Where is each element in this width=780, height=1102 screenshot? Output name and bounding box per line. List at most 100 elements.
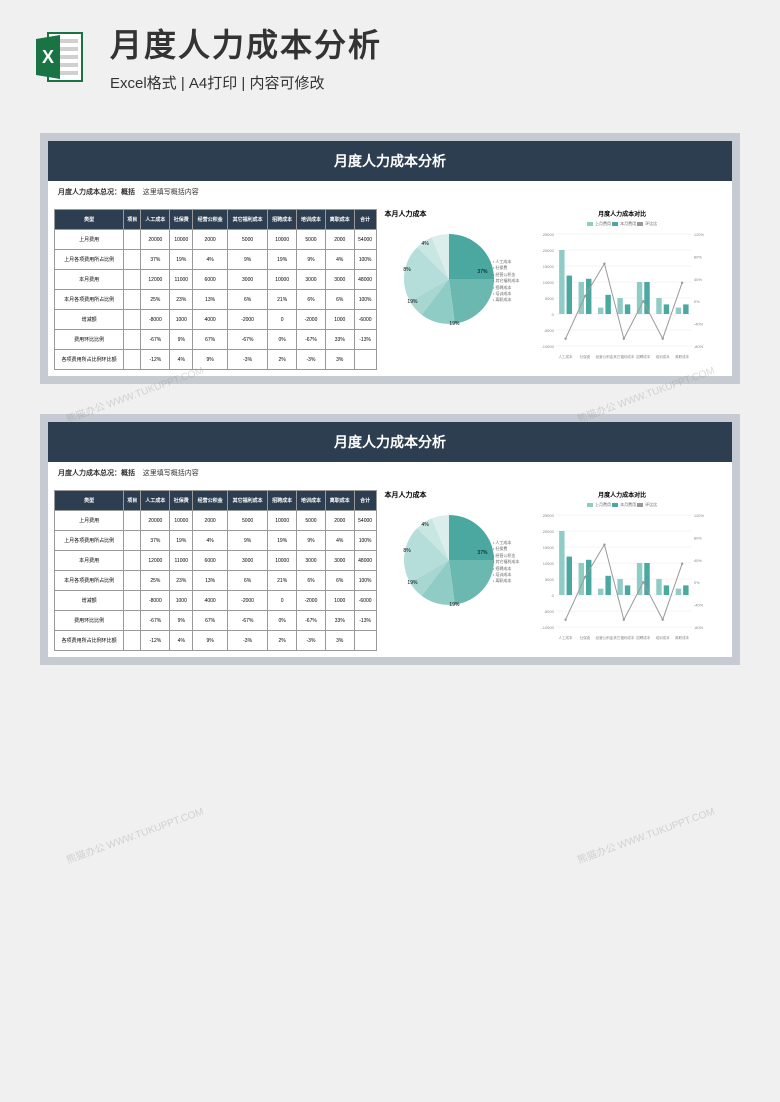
svg-text:离职成本: 离职成本 bbox=[675, 354, 689, 359]
pie-percent-label: 37% bbox=[477, 550, 487, 556]
pie-percent-label: 8% bbox=[403, 267, 410, 273]
table-cell: -2000 bbox=[227, 591, 267, 611]
table-cell bbox=[124, 250, 141, 270]
svg-text:-40%: -40% bbox=[694, 322, 704, 327]
table-cell: 3% bbox=[325, 350, 354, 370]
table-cell: 0% bbox=[268, 611, 297, 631]
table-header: 其它福利成本 bbox=[227, 491, 267, 511]
excel-icon: X bbox=[30, 27, 90, 87]
cost-table: 类型项目人工成本社保费经营公积金其它福利成本招聘成本培训成本离职成本合计上月费用… bbox=[54, 490, 377, 651]
table-cell: 6% bbox=[325, 571, 354, 591]
table-cell: 4% bbox=[325, 531, 354, 551]
preview-inner: 月度人力成本分析月度人力成本总况：概括 这里填写概括内容类型项目人工成本社保费经… bbox=[48, 422, 732, 657]
table-cell: -8000 bbox=[141, 591, 170, 611]
table-cell: 19% bbox=[170, 531, 193, 551]
table-cell: 4% bbox=[325, 250, 354, 270]
table-cell: 3000 bbox=[227, 270, 267, 290]
table-cell: 0% bbox=[268, 330, 297, 350]
table-cell: 100% bbox=[354, 250, 376, 270]
bar-title: 月度人力成本对比 bbox=[518, 490, 726, 499]
svg-text:招聘成本: 招聘成本 bbox=[637, 635, 651, 640]
table-cell: 13% bbox=[193, 571, 228, 591]
table-area: 类型项目人工成本社保费经营公积金其它福利成本招聘成本培训成本离职成本合计上月费用… bbox=[54, 490, 377, 651]
table-cell: 3% bbox=[325, 631, 354, 651]
table-header: 培训成本 bbox=[297, 210, 326, 230]
preview-2: 月度人力成本分析月度人力成本总况：概括 这里填写概括内容类型项目人工成本社保费经… bbox=[40, 414, 740, 665]
svg-text:-5000: -5000 bbox=[544, 609, 555, 614]
svg-text:5000: 5000 bbox=[545, 577, 555, 582]
table-cell: 9% bbox=[297, 531, 326, 551]
table-cell: 23% bbox=[170, 290, 193, 310]
table-cell: 9% bbox=[227, 250, 267, 270]
pie-chart: 37%19%19%8%4%• 人工成本• 社保费• 经营公积金• 其它福利成本•… bbox=[399, 510, 499, 610]
table-cell: 2000 bbox=[193, 230, 228, 250]
table-row: 本月费用120001100060003000100003000300048000 bbox=[55, 270, 377, 290]
table-cell: 4% bbox=[170, 350, 193, 370]
table-cell: 3000 bbox=[297, 551, 326, 571]
table-row: 本月各项费用所占比例25%23%13%6%21%6%6%100% bbox=[55, 571, 377, 591]
table-cell: 2000 bbox=[193, 511, 228, 531]
bar-section: 月度人力成本对比上月费用 本月费用 环比比 250002000015000100… bbox=[518, 209, 726, 370]
table-cell: -67% bbox=[227, 611, 267, 631]
bar-legend: 上月费用 本月费用 环比比 bbox=[518, 502, 726, 508]
table-cell bbox=[124, 270, 141, 290]
row-label: 费用环比比例 bbox=[55, 330, 124, 350]
table-cell: -2000 bbox=[227, 310, 267, 330]
row-label: 费用环比比例 bbox=[55, 611, 124, 631]
svg-text:-80%: -80% bbox=[694, 344, 704, 349]
pie-percent-label: 19% bbox=[449, 602, 459, 608]
table-cell: 100% bbox=[354, 290, 376, 310]
table-cell bbox=[124, 350, 141, 370]
svg-text:经营公积金: 经营公积金 bbox=[596, 635, 614, 640]
table-header: 培训成本 bbox=[297, 491, 326, 511]
table-cell: 6000 bbox=[193, 551, 228, 571]
table-cell bbox=[124, 230, 141, 250]
table-cell: 9% bbox=[227, 531, 267, 551]
table-cell: -13% bbox=[354, 330, 376, 350]
table-cell: 3000 bbox=[325, 551, 354, 571]
table-cell: 6000 bbox=[193, 270, 228, 290]
pie-percent-label: 19% bbox=[449, 321, 459, 327]
row-label: 本月各项费用所占比例 bbox=[55, 290, 124, 310]
table-cell bbox=[124, 571, 141, 591]
table-area: 类型项目人工成本社保费经营公积金其它福利成本招聘成本培训成本离职成本合计上月费用… bbox=[54, 209, 377, 370]
overview-row: 月度人力成本总况：概括 这里填写概括内容 bbox=[48, 462, 732, 484]
svg-text:-5000: -5000 bbox=[544, 328, 555, 333]
pie-percent-label: 37% bbox=[477, 269, 487, 275]
table-cell bbox=[124, 591, 141, 611]
table-cell: 10000 bbox=[268, 270, 297, 290]
svg-text:20000: 20000 bbox=[543, 248, 555, 253]
svg-text:社保费: 社保费 bbox=[580, 354, 591, 359]
table-row: 费用环比比例-67%9%67%-67%0%-67%33%-13% bbox=[55, 330, 377, 350]
table-cell: 67% bbox=[193, 611, 228, 631]
pie-percent-label: 4% bbox=[421, 241, 428, 247]
svg-text:社保费: 社保费 bbox=[580, 635, 591, 640]
table-cell: 6% bbox=[227, 571, 267, 591]
overview-content: 这里填写概括内容 bbox=[143, 189, 199, 196]
table-cell: 37% bbox=[141, 531, 170, 551]
table-cell: 1000 bbox=[325, 591, 354, 611]
table-cell: -6000 bbox=[354, 591, 376, 611]
table-row: 本月各项费用所占比例25%23%13%6%21%6%6%100% bbox=[55, 290, 377, 310]
pie-section: 本月人力成本37%19%19%8%4%• 人工成本• 社保费• 经营公积金• 其… bbox=[385, 209, 515, 370]
table-cell: 2% bbox=[268, 631, 297, 651]
table-cell: 6% bbox=[325, 290, 354, 310]
watermark: 熊猫办公 WWW.TUKUPPT.COM bbox=[64, 802, 205, 866]
svg-text:0%: 0% bbox=[694, 580, 700, 585]
pie-legend: • 人工成本• 社保费• 经营公积金• 其它福利成本• 招聘成本• 培训成本• … bbox=[493, 259, 520, 304]
table-row: 上月各项费用所占比例37%19%4%9%19%9%4%100% bbox=[55, 531, 377, 551]
table-cell bbox=[124, 290, 141, 310]
svg-text:招聘成本: 招聘成本 bbox=[637, 354, 651, 359]
table-cell: -67% bbox=[297, 611, 326, 631]
row-label: 上月各项费用所占比例 bbox=[55, 531, 124, 551]
banner-title: 月度人力成本分析 bbox=[48, 422, 732, 462]
table-cell: 19% bbox=[268, 531, 297, 551]
table-cell: -67% bbox=[141, 611, 170, 631]
table-cell: 100% bbox=[354, 531, 376, 551]
legend-item: • 其它福利成本 bbox=[493, 278, 520, 284]
table-cell: 6% bbox=[297, 571, 326, 591]
table-cell: -3% bbox=[227, 350, 267, 370]
svg-text:-80%: -80% bbox=[694, 625, 704, 630]
table-row: 各项费用所占比例环比额-12%4%9%-3%2%-3%3% bbox=[55, 350, 377, 370]
chart-area: 本月人力成本37%19%19%8%4%• 人工成本• 社保费• 经营公积金• 其… bbox=[377, 209, 726, 370]
